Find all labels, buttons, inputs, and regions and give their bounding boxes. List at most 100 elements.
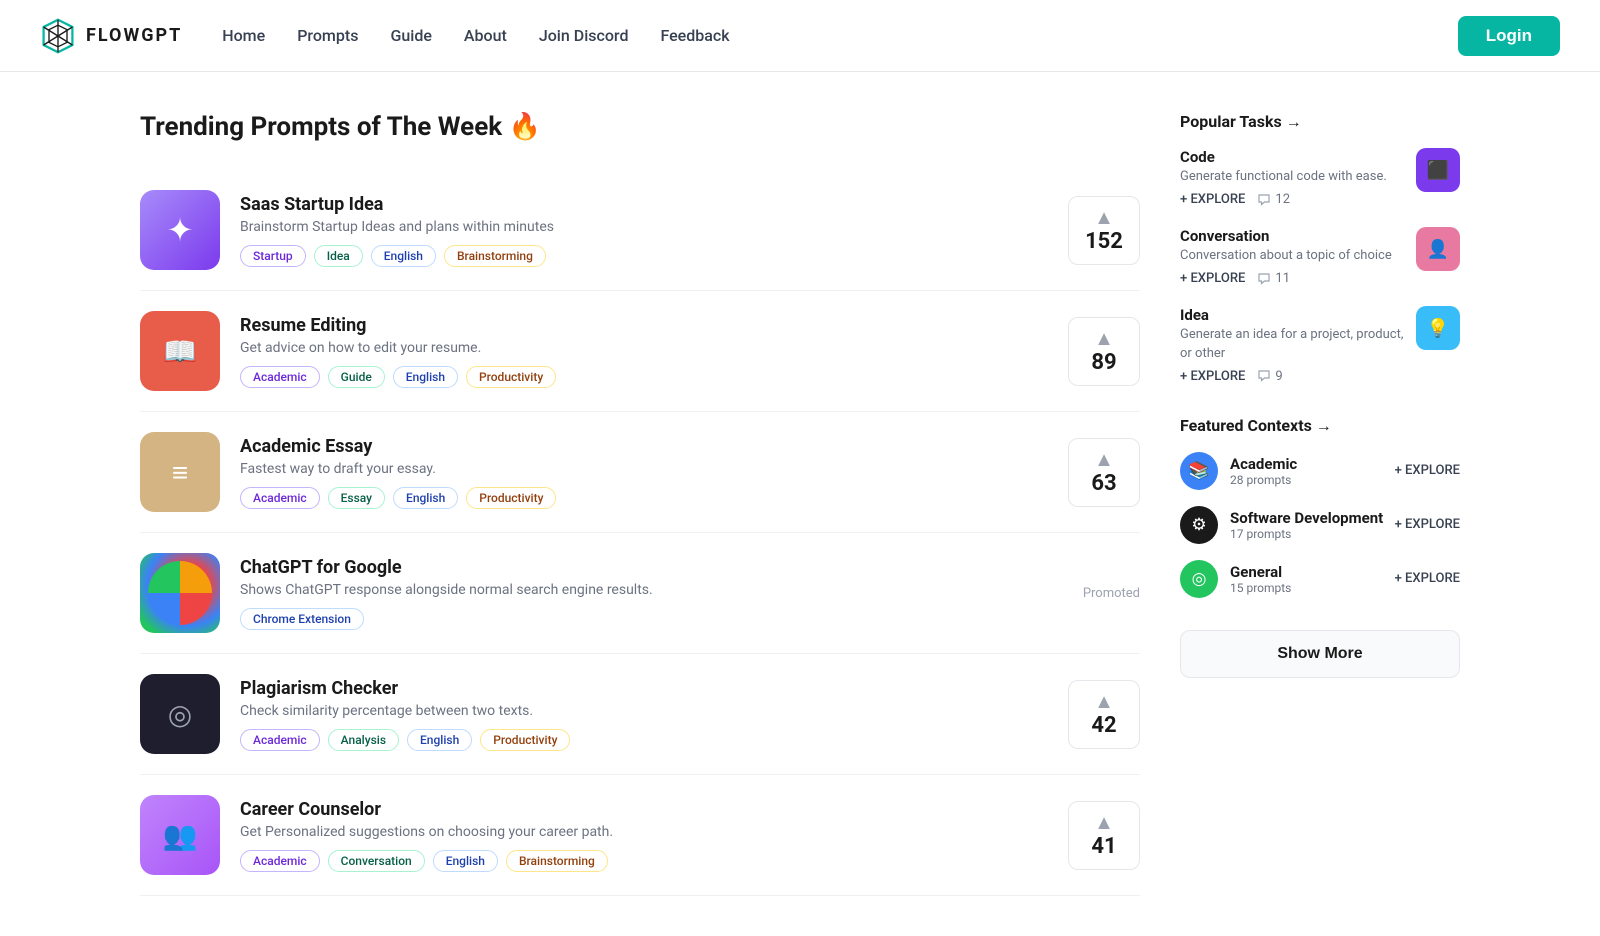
tag[interactable]: Chrome Extension [240, 608, 364, 630]
logo[interactable]: FLOWGPT [40, 18, 182, 54]
tag[interactable]: English [433, 850, 498, 872]
nav-join-discord[interactable]: Join Discord [539, 26, 629, 45]
tag[interactable]: Conversation [328, 850, 425, 872]
prompt-title: Plagiarism Checker [240, 678, 1048, 699]
task-explore[interactable]: + EXPLORE [1180, 369, 1245, 384]
popular-tasks-title: Popular Tasks → [1180, 112, 1460, 132]
sidebar: Popular Tasks → Code Generate functional… [1180, 112, 1460, 896]
nav-feedback[interactable]: Feedback [660, 26, 729, 45]
tag[interactable]: Productivity [480, 729, 570, 751]
prompt-info: ChatGPT for Google Shows ChatGPT respons… [240, 557, 1063, 630]
nav-prompts[interactable]: Prompts [297, 26, 358, 45]
tag[interactable]: Brainstorming [444, 245, 546, 267]
nav-links: Home Prompts Guide About Join Discord Fe… [222, 26, 729, 45]
context-icon: ⚙ [1180, 506, 1218, 544]
tag[interactable]: Academic [240, 850, 320, 872]
prompt-info: Plagiarism Checker Check similarity perc… [240, 678, 1048, 751]
logo-text: FLOWGPT [86, 25, 182, 46]
promoted-label: Promoted [1083, 586, 1140, 601]
prompt-card[interactable]: ✦ Saas Startup Idea Brainstorm Startup I… [140, 170, 1140, 291]
prompt-desc: Check similarity percentage between two … [240, 703, 1048, 719]
vote-count: 41 [1091, 834, 1116, 859]
tag[interactable]: Idea [314, 245, 363, 267]
context-explore[interactable]: + EXPLORE [1395, 571, 1460, 586]
task-info: Idea Generate an idea for a project, pro… [1180, 306, 1404, 383]
context-left: ⚙ Software Development 17 prompts [1180, 506, 1383, 544]
vote-box[interactable]: ▲ 63 [1068, 438, 1140, 507]
context-title: Academic [1230, 455, 1297, 473]
nav-about[interactable]: About [464, 26, 507, 45]
tag[interactable]: Analysis [328, 729, 399, 751]
tag[interactable]: Academic [240, 487, 320, 509]
prompt-card[interactable]: ≡ Academic Essay Fastest way to draft yo… [140, 412, 1140, 533]
nav-home[interactable]: Home [222, 26, 265, 45]
tags: Startup Idea English Brainstorming [240, 245, 1048, 267]
tag[interactable]: Academic [240, 729, 320, 751]
prompt-desc: Brainstorm Startup Ideas and plans withi… [240, 219, 1048, 235]
prompt-title: Academic Essay [240, 436, 1048, 457]
tag[interactable]: Productivity [466, 487, 556, 509]
prompt-info: Academic Essay Fastest way to draft your… [240, 436, 1048, 509]
prompt-title: Saas Startup Idea [240, 194, 1048, 215]
tags: Academic Essay English Productivity [240, 487, 1048, 509]
task-actions: + EXPLORE 11 [1180, 271, 1404, 286]
tag[interactable]: English [371, 245, 436, 267]
prompt-thumbnail: ✦ [140, 190, 220, 270]
context-text: General 15 prompts [1230, 563, 1291, 595]
prompt-card[interactable]: ◎ Plagiarism Checker Check similarity pe… [140, 654, 1140, 775]
task-item: Idea Generate an idea for a project, pro… [1180, 306, 1460, 383]
prompt-info: Career Counselor Get Personalized sugges… [240, 799, 1048, 872]
featured-contexts-section: Featured Contexts → 📚 Academic 28 prompt… [1180, 416, 1460, 598]
login-button[interactable]: Login [1458, 16, 1560, 56]
tag[interactable]: Essay [328, 487, 385, 509]
vote-box[interactable]: ▲ 152 [1068, 196, 1140, 265]
tags: Chrome Extension [240, 608, 1063, 630]
task-info: Conversation Conversation about a topic … [1180, 227, 1404, 286]
tag[interactable]: Brainstorming [506, 850, 608, 872]
context-item: ⚙ Software Development 17 prompts + EXPL… [1180, 506, 1460, 544]
upvote-arrow[interactable]: ▲ [1094, 328, 1114, 348]
context-explore[interactable]: + EXPLORE [1395, 463, 1460, 478]
page-title: Trending Prompts of The Week 🔥 [140, 112, 1140, 142]
tag[interactable]: Academic [240, 366, 320, 388]
context-icon: 📚 [1180, 452, 1218, 490]
show-more-button[interactable]: Show More [1180, 630, 1460, 678]
tag[interactable]: Startup [240, 245, 306, 267]
task-comments: 9 [1257, 369, 1282, 384]
popular-tasks-section: Popular Tasks → Code Generate functional… [1180, 112, 1460, 384]
tag[interactable]: Guide [328, 366, 385, 388]
prompt-desc: Shows ChatGPT response alongside normal … [240, 582, 1063, 598]
nav-guide[interactable]: Guide [390, 26, 431, 45]
upvote-arrow[interactable]: ▲ [1094, 449, 1114, 469]
context-explore[interactable]: + EXPLORE [1395, 517, 1460, 532]
upvote-arrow[interactable]: ▲ [1094, 207, 1114, 227]
vote-box[interactable]: ▲ 89 [1068, 317, 1140, 386]
prompt-card[interactable]: 👥 Career Counselor Get Personalized sugg… [140, 775, 1140, 896]
vote-box[interactable]: ▲ 42 [1068, 680, 1140, 749]
prompt-title: Career Counselor [240, 799, 1048, 820]
task-title: Idea [1180, 306, 1404, 324]
tag[interactable]: Productivity [466, 366, 556, 388]
upvote-arrow[interactable]: ▲ [1094, 812, 1114, 832]
prompt-thumbnail: ≡ [140, 432, 220, 512]
task-desc: Conversation about a topic of choice [1180, 247, 1404, 265]
task-desc: Generate functional code with ease. [1180, 168, 1404, 186]
task-item: Conversation Conversation about a topic … [1180, 227, 1460, 286]
prompt-card[interactable]: 📖 Resume Editing Get advice on how to ed… [140, 291, 1140, 412]
prompt-info: Saas Startup Idea Brainstorm Startup Ide… [240, 194, 1048, 267]
prompt-title: Resume Editing [240, 315, 1048, 336]
task-explore[interactable]: + EXPLORE [1180, 271, 1245, 286]
tag[interactable]: English [407, 729, 472, 751]
prompt-thumbnail: 👥 [140, 795, 220, 875]
vote-box[interactable]: ▲ 41 [1068, 801, 1140, 870]
prompt-thumbnail [140, 553, 220, 633]
prompt-card[interactable]: ChatGPT for Google Shows ChatGPT respons… [140, 533, 1140, 654]
upvote-arrow[interactable]: ▲ [1094, 691, 1114, 711]
tag[interactable]: English [393, 487, 458, 509]
featured-contexts-title: Featured Contexts → [1180, 416, 1460, 436]
task-title: Code [1180, 148, 1404, 166]
tag[interactable]: English [393, 366, 458, 388]
prompt-thumbnail: 📖 [140, 311, 220, 391]
task-explore[interactable]: + EXPLORE [1180, 192, 1245, 207]
tags: Academic Guide English Productivity [240, 366, 1048, 388]
